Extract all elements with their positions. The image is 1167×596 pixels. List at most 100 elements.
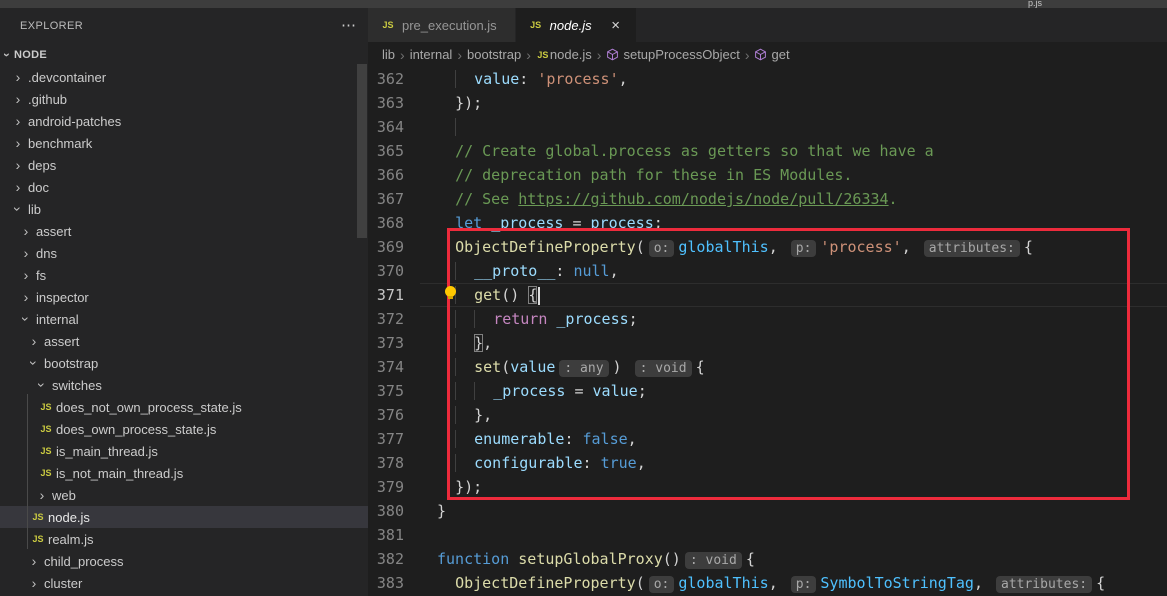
code-text[interactable]: } (420, 499, 1167, 523)
line-number[interactable]: 376 (368, 403, 420, 427)
code-text[interactable]: let _process = process; (420, 211, 1167, 235)
tree-item-child_process[interactable]: ›child_process (0, 550, 368, 572)
close-icon[interactable]: × (608, 17, 624, 34)
code-line[interactable]: 373 }, (368, 331, 1167, 355)
line-number[interactable]: 371 (368, 283, 420, 307)
code-text[interactable]: // deprecation path for these in ES Modu… (420, 163, 1167, 187)
code-text[interactable] (420, 523, 1167, 547)
code-line[interactable]: 371 get() { (368, 283, 1167, 307)
code-text[interactable]: value: 'process', (420, 67, 1167, 91)
tree-item-doc[interactable]: ›doc (0, 176, 368, 198)
code-line[interactable]: 367 // See https://github.com/nodejs/nod… (368, 187, 1167, 211)
tab-node.js[interactable]: JSnode.js× (516, 8, 636, 42)
line-number[interactable]: 374 (368, 355, 420, 379)
tree-item-dns[interactable]: ›dns (0, 242, 368, 264)
code-text[interactable]: }); (420, 91, 1167, 115)
code-line[interactable]: 379 }); (368, 475, 1167, 499)
breadcrumb-item-get[interactable]: get (754, 47, 789, 62)
breadcrumb-item-bootstrap[interactable]: bootstrap (467, 47, 521, 62)
code-line[interactable]: 375 _process = value; (368, 379, 1167, 403)
code-line[interactable]: 381 (368, 523, 1167, 547)
line-number[interactable]: 368 (368, 211, 420, 235)
line-number[interactable]: 383 (368, 571, 420, 595)
code-line[interactable]: 366 // deprecation path for these in ES … (368, 163, 1167, 187)
tab-pre_execution.js[interactable]: JSpre_execution.js (368, 8, 515, 42)
tree-item-assert[interactable]: ›assert (0, 220, 368, 242)
code-line[interactable]: 363 }); (368, 91, 1167, 115)
tree-item-is_main_thread.js[interactable]: JSis_main_thread.js (0, 440, 368, 462)
line-number[interactable]: 372 (368, 307, 420, 331)
line-number[interactable]: 365 (368, 139, 420, 163)
code-line[interactable]: 383 ObjectDefineProperty(o:globalThis, p… (368, 571, 1167, 595)
line-number[interactable]: 381 (368, 523, 420, 547)
line-number[interactable]: 373 (368, 331, 420, 355)
lightbulb-icon[interactable] (445, 286, 456, 297)
code-line[interactable]: 370 __proto__: null, (368, 259, 1167, 283)
code-text[interactable]: ObjectDefineProperty(o:globalThis, p:'pr… (420, 235, 1167, 259)
tree-item-lib[interactable]: ›lib (0, 198, 368, 220)
line-number[interactable]: 379 (368, 475, 420, 499)
line-number[interactable]: 377 (368, 427, 420, 451)
code-line[interactable]: 364 (368, 115, 1167, 139)
tree-item-cluster[interactable]: ›cluster (0, 572, 368, 594)
tree-item-does_own_process_state.js[interactable]: JSdoes_own_process_state.js (0, 418, 368, 440)
code-text[interactable]: _process = value; (420, 379, 1167, 403)
code-text[interactable]: __proto__: null, (420, 259, 1167, 283)
code-text[interactable]: set(value: any) : void{ (420, 355, 1167, 379)
tree-item-.github[interactable]: ›.github (0, 88, 368, 110)
tree-item-fs[interactable]: ›fs (0, 264, 368, 286)
code-text[interactable]: // See https://github.com/nodejs/node/pu… (420, 187, 1167, 211)
code-text[interactable]: function setupGlobalProxy(): void{ (420, 547, 1167, 571)
code-text[interactable]: }, (420, 403, 1167, 427)
line-number[interactable]: 382 (368, 547, 420, 571)
code-line[interactable]: 377 enumerable: false, (368, 427, 1167, 451)
tree-item-inspector[interactable]: ›inspector (0, 286, 368, 308)
line-number[interactable]: 363 (368, 91, 420, 115)
tree-item-web[interactable]: ›web (0, 484, 368, 506)
tree-item-.devcontainer[interactable]: ›.devcontainer (0, 66, 368, 88)
code-line[interactable]: 380} (368, 499, 1167, 523)
tree-item-realm.js[interactable]: JSrealm.js (0, 528, 368, 550)
code-text[interactable]: get() { (420, 283, 1167, 307)
tree-item-bootstrap[interactable]: ›bootstrap (0, 352, 368, 374)
breadcrumb-item-node.js[interactable]: JSnode.js (536, 47, 592, 62)
code-text[interactable]: enumerable: false, (420, 427, 1167, 451)
code-line[interactable]: 365 // Create global.process as getters … (368, 139, 1167, 163)
code-line[interactable]: 382function setupGlobalProxy(): void{ (368, 547, 1167, 571)
more-actions-icon[interactable]: ⋯ (341, 21, 356, 31)
line-number[interactable]: 362 (368, 67, 420, 91)
section-header-node[interactable]: › NODE (0, 44, 368, 66)
code-text[interactable]: }); (420, 475, 1167, 499)
code-text[interactable]: // Create global.process as getters so t… (420, 139, 1167, 163)
code-line[interactable]: 368 let _process = process; (368, 211, 1167, 235)
tree-item-assert[interactable]: ›assert (0, 330, 368, 352)
line-number[interactable]: 378 (368, 451, 420, 475)
line-number[interactable]: 370 (368, 259, 420, 283)
line-number[interactable]: 367 (368, 187, 420, 211)
tree-item-android-patches[interactable]: ›android-patches (0, 110, 368, 132)
breadcrumb-item-lib[interactable]: lib (382, 47, 395, 62)
sidebar-scrollbar[interactable] (357, 64, 367, 238)
line-number[interactable]: 375 (368, 379, 420, 403)
tree-item-is_not_main_thread.js[interactable]: JSis_not_main_thread.js (0, 462, 368, 484)
line-number[interactable]: 380 (368, 499, 420, 523)
tree-item-node.js[interactable]: JSnode.js (0, 506, 368, 528)
code-text[interactable]: }, (420, 331, 1167, 355)
tree-item-switches[interactable]: ›switches (0, 374, 368, 396)
line-number[interactable]: 369 (368, 235, 420, 259)
tree-item-deps[interactable]: ›deps (0, 154, 368, 176)
code-text[interactable]: configurable: true, (420, 451, 1167, 475)
code-line[interactable]: 372 return _process; (368, 307, 1167, 331)
tree-item-benchmark[interactable]: ›benchmark (0, 132, 368, 154)
code-line[interactable]: 378 configurable: true, (368, 451, 1167, 475)
code-line[interactable]: 374 set(value: any) : void{ (368, 355, 1167, 379)
code-text[interactable]: ObjectDefineProperty(o:globalThis, p:Sym… (420, 571, 1167, 595)
line-number[interactable]: 366 (368, 163, 420, 187)
code-line[interactable]: 362 value: 'process', (368, 67, 1167, 91)
tree-item-does_not_own_process_state.js[interactable]: JSdoes_not_own_process_state.js (0, 396, 368, 418)
code-line[interactable]: 369 ObjectDefineProperty(o:globalThis, p… (368, 235, 1167, 259)
breadcrumb-item-setupProcessObject[interactable]: setupProcessObject (606, 47, 739, 62)
code-text[interactable] (420, 115, 1167, 139)
breadcrumb-item-internal[interactable]: internal (410, 47, 453, 62)
code-text[interactable]: return _process; (420, 307, 1167, 331)
